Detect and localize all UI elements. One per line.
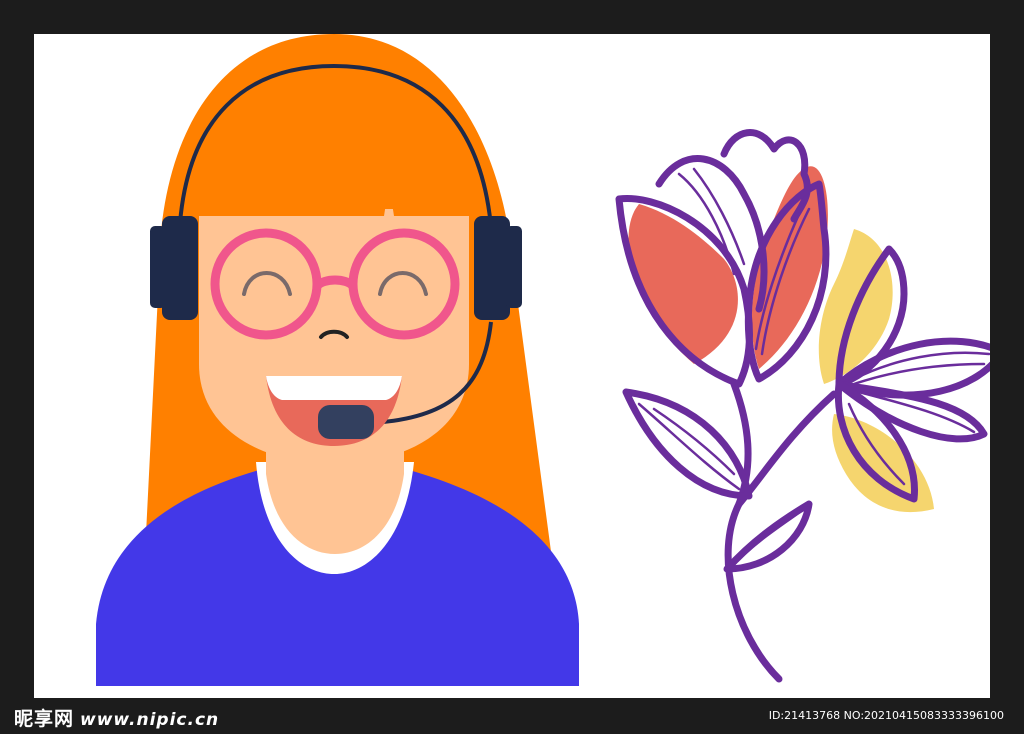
watermark-url[interactable]: www.nipic.cn — [80, 710, 219, 730]
watermark-brand-name: 昵享网 — [14, 708, 75, 730]
petal-fill-red-left — [628, 204, 738, 364]
branch — [735, 390, 838, 508]
flower-icon — [615, 129, 990, 683]
microphone — [318, 405, 374, 439]
watermark-id: ID:21413768 NO:20210415083333396100 — [768, 709, 1004, 722]
illustration-svg — [96, 34, 990, 686]
teeth — [266, 376, 402, 400]
illustration-canvas — [34, 34, 990, 698]
watermark-brand: 昵享网 www.nipic.cn — [14, 704, 219, 731]
girl-illustration — [96, 34, 579, 686]
